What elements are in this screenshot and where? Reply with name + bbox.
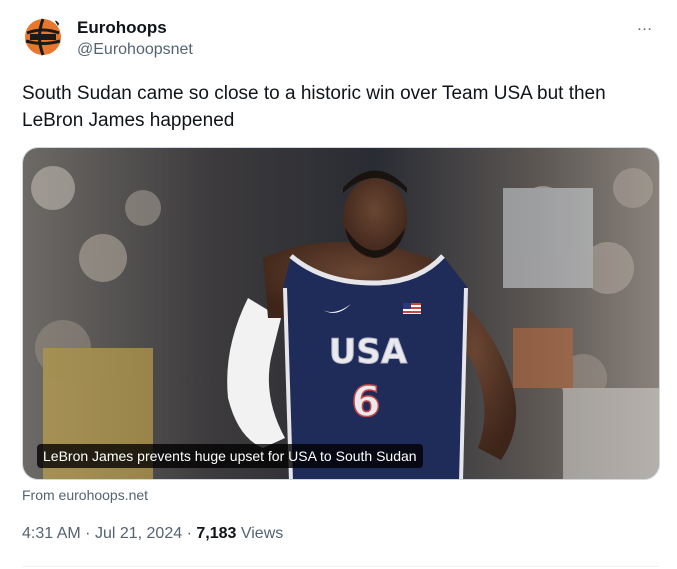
tweet-meta: 4:31 AM · Jul 21, 2024 · 7,183 Views — [22, 524, 283, 544]
display-name[interactable]: Eurohoops — [77, 18, 167, 38]
tweet-time[interactable]: 4:31 AM — [22, 525, 81, 542]
avatar[interactable] — [22, 16, 64, 58]
tweet: Eurohoops @Eurohoopsnet … South Sudan ca… — [0, 0, 677, 569]
meta-separator: · — [186, 525, 192, 542]
basketball-player-photo: USA 6 — [23, 148, 659, 479]
eurohoops-logo-icon — [25, 18, 62, 56]
tweet-text: South Sudan came so close to a historic … — [22, 83, 606, 131]
link-source[interactable]: From eurohoops.net — [22, 486, 148, 504]
media-caption: LeBron James prevents huge upset for USA… — [37, 444, 423, 468]
meta-separator: · — [85, 525, 91, 542]
account-handle[interactable]: @Eurohoopsnet — [77, 40, 193, 60]
views-label: Views — [240, 525, 284, 542]
views-count: 7,183 — [196, 525, 237, 542]
more-options-icon[interactable]: … — [631, 18, 659, 40]
link-card-image[interactable]: USA 6 LeBron James prevents huge upset f… — [22, 147, 660, 480]
jersey-text: USA — [329, 332, 408, 372]
divider — [22, 566, 659, 567]
tweet-date[interactable]: Jul 21, 2024 — [95, 525, 182, 542]
jersey-number: 6 — [351, 377, 380, 426]
